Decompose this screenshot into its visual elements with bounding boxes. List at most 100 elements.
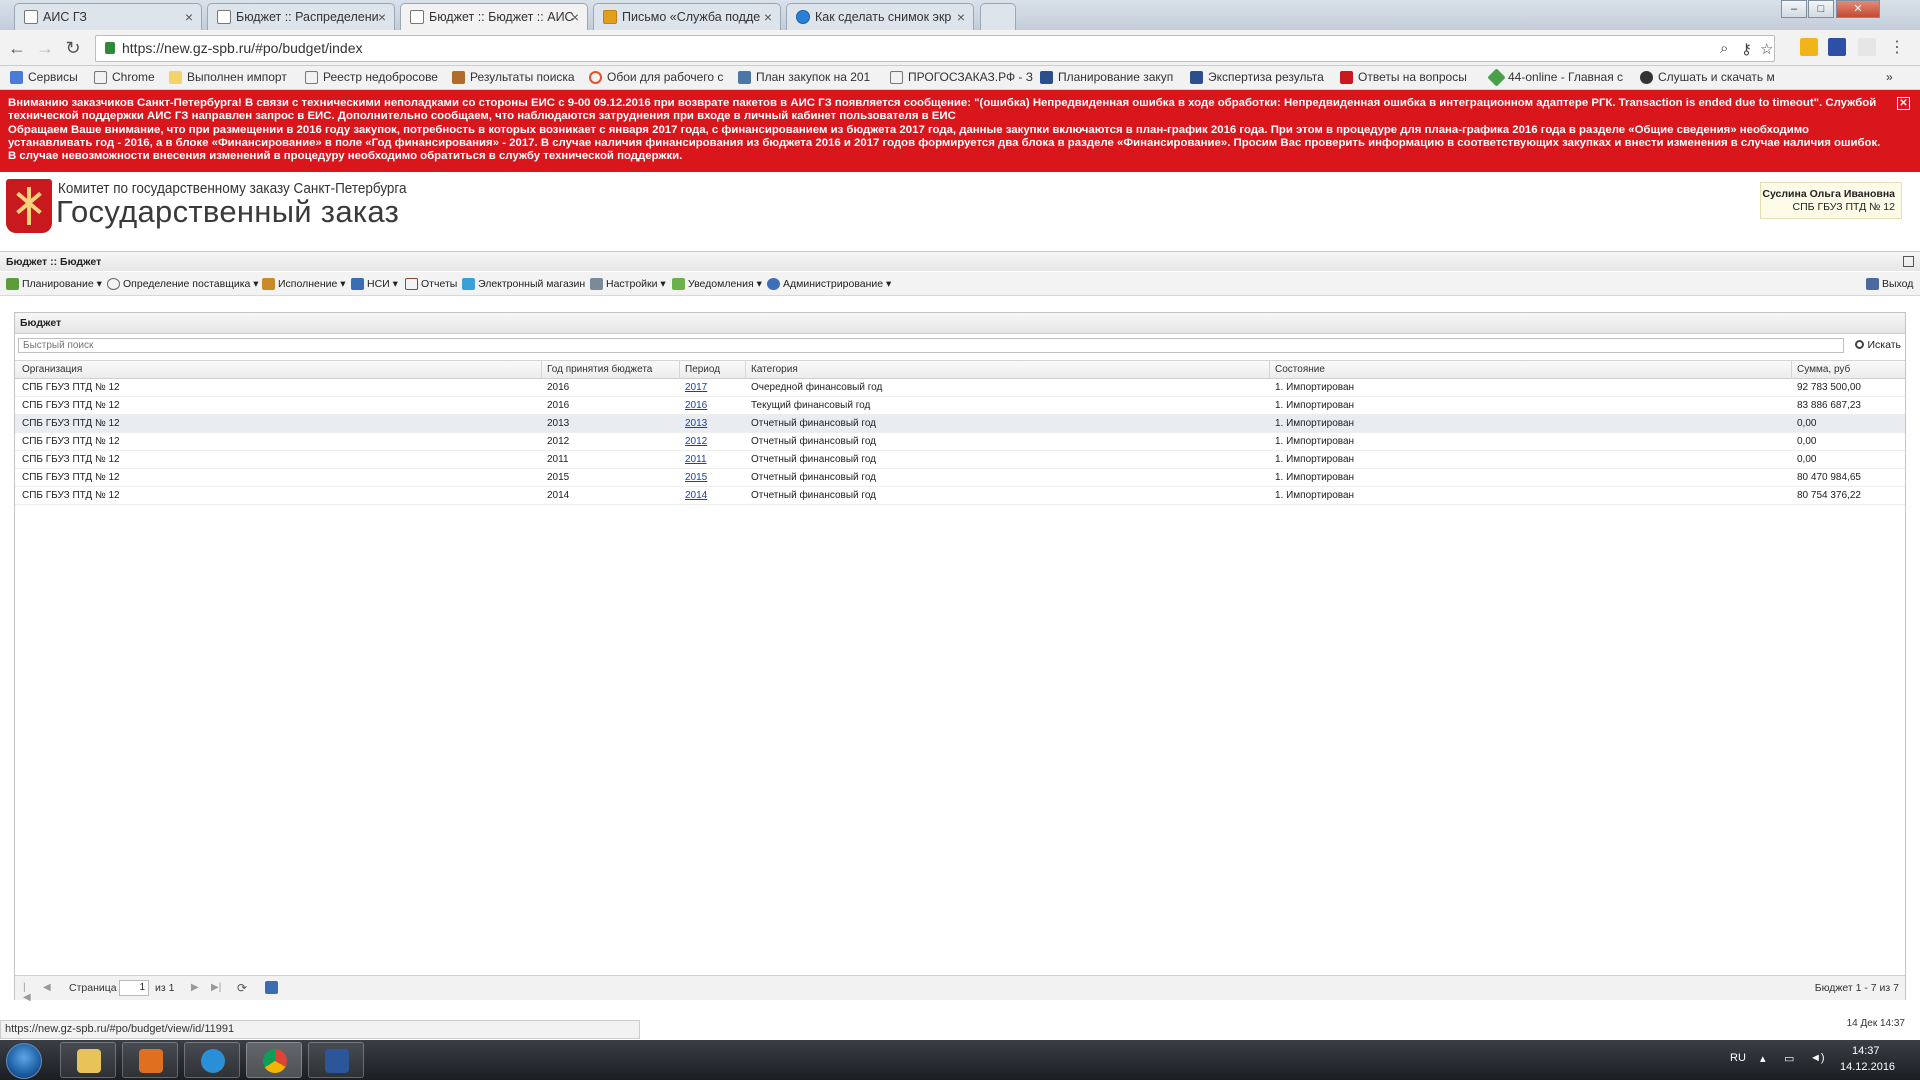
table-row[interactable]: СПБ ГБУЗ ПТД № 12 2014 2014 Отчетный фин… [15, 487, 1905, 505]
bookmark-item[interactable]: Слушать и скачать м [1640, 66, 1775, 88]
volume-icon[interactable]: ◄) [1810, 1052, 1825, 1064]
cell-category: Отчетный финансовый год [751, 454, 877, 465]
table-row[interactable]: СПБ ГБУЗ ПТД № 12 2011 2011 Отчетный фин… [15, 451, 1905, 469]
column-header[interactable]: Период [680, 361, 746, 379]
quick-search-input[interactable] [18, 338, 1844, 353]
close-icon[interactable]: × [378, 4, 386, 30]
period-link[interactable]: 2015 [680, 469, 707, 487]
period-link[interactable]: 2011 [680, 451, 707, 469]
bookmark-item[interactable]: Результаты поиска [452, 66, 575, 88]
period-link[interactable]: 2016 [680, 397, 707, 415]
close-icon[interactable]: × [957, 4, 965, 30]
menu-nsi[interactable]: НСИ ▾ [351, 272, 398, 296]
key-icon[interactable]: ⚷ [1741, 40, 1752, 58]
new-tab-button[interactable] [980, 3, 1016, 30]
cell-sum: 80 470 984,65 [1797, 472, 1861, 483]
next-page-icon[interactable]: ▶ [191, 983, 201, 993]
period-link[interactable]: 2014 [680, 487, 707, 505]
column-header[interactable]: Состояние [1270, 361, 1792, 379]
menu-settings[interactable]: Настройки ▾ [590, 272, 666, 296]
bookmark-item[interactable]: Обои для рабочего с [589, 66, 723, 88]
star-icon[interactable]: ☆ [1760, 40, 1773, 58]
breadcrumb: Бюджет :: Бюджет [0, 251, 1920, 271]
browser-tab-active[interactable]: Бюджет :: Бюджет :: АИС × [400, 3, 588, 30]
reload-icon[interactable]: ↻ [62, 37, 84, 59]
table-row[interactable]: СПБ ГБУЗ ПТД № 12 2013 2013 Отчетный фин… [15, 415, 1905, 433]
table-row[interactable]: СПБ ГБУЗ ПТД № 12 2016 2016 Текущий фина… [15, 397, 1905, 415]
search-button[interactable]: Искать [1855, 338, 1901, 353]
taskbar-chrome[interactable] [246, 1042, 302, 1078]
page-number-input[interactable]: 1 [119, 980, 149, 996]
menu-notifications[interactable]: Уведомления ▾ [672, 272, 762, 296]
bookmark-item[interactable]: Экспертиза результа [1190, 66, 1324, 88]
cell-org: СПБ ГБУЗ ПТД № 12 [22, 472, 120, 483]
collapse-icon[interactable] [1903, 256, 1914, 267]
prev-page-icon[interactable]: ◀ [43, 983, 53, 993]
taskbar-media[interactable] [122, 1042, 178, 1078]
close-icon[interactable]: × [571, 4, 579, 30]
tab-title: Бюджет :: Распределени [236, 10, 379, 24]
language-indicator[interactable]: RU [1730, 1052, 1746, 1064]
taskbar-explorer[interactable] [60, 1042, 116, 1078]
zoom-icon[interactable]: ⌕ [1720, 40, 1728, 57]
start-button[interactable] [6, 1043, 42, 1079]
user-box[interactable]: Суслина Ольга Ивановна СПБ ГБУЗ ПТД № 12 [1760, 182, 1902, 219]
refresh-icon[interactable]: ⟳ [237, 982, 247, 994]
close-icon[interactable]: × [764, 4, 772, 30]
taskbar-word[interactable] [308, 1042, 364, 1078]
column-header[interactable]: Категория [746, 361, 1270, 379]
menu-planning[interactable]: Планирование ▾ [6, 272, 102, 296]
column-header[interactable]: Год принятия бюджета [542, 361, 680, 379]
menu-supplier[interactable]: Определение поставщика ▾ [107, 272, 259, 296]
menu-execution[interactable]: Исполнение ▾ [262, 272, 346, 296]
menu-admin[interactable]: Администрирование ▾ [767, 272, 891, 296]
clock-date[interactable]: 14.12.2016 [1840, 1061, 1895, 1073]
browser-tab[interactable]: АИС ГЗ × [14, 3, 202, 30]
close-icon[interactable]: × [185, 4, 193, 30]
close-window-button[interactable]: ✕ [1836, 0, 1880, 18]
extension-icon[interactable] [1858, 38, 1876, 56]
minimize-button[interactable]: – [1781, 0, 1807, 18]
browser-tab[interactable]: Бюджет :: Распределени × [207, 3, 395, 30]
cell-year: 2011 [547, 454, 569, 465]
bookmark-item[interactable]: Выполнен импорт [169, 66, 287, 88]
address-bar[interactable]: https://new.gz-spb.ru/#po/budget/index ⌕… [95, 35, 1775, 62]
planning-icon [6, 278, 19, 290]
first-page-icon[interactable]: |◀ [23, 983, 33, 1003]
bookmark-item[interactable]: Планирование закуп [1040, 66, 1173, 88]
menu-eshop[interactable]: Электронный магазин [462, 272, 585, 296]
bookmark-item[interactable]: Реестр недобросове [305, 66, 438, 88]
table-row[interactable]: СПБ ГБУЗ ПТД № 12 2012 2012 Отчетный фин… [15, 433, 1905, 451]
column-header[interactable]: Организация [17, 361, 542, 379]
bookmark-item[interactable]: 44-online - Главная с [1487, 66, 1623, 88]
period-link[interactable]: 2017 [680, 379, 707, 397]
browser-tab[interactable]: Письмо «Служба подде × [593, 3, 781, 30]
table-row[interactable]: СПБ ГБУЗ ПТД № 12 2016 2017 Очередной фи… [15, 379, 1905, 397]
more-bookmarks-icon[interactable]: » [1886, 66, 1893, 88]
bookmark-item[interactable]: Сервисы [10, 66, 78, 88]
bookmark-item[interactable]: Chrome [94, 66, 155, 88]
period-link[interactable]: 2012 [680, 433, 707, 451]
tray-up-icon[interactable]: ▴ [1760, 1052, 1766, 1065]
menu-reports[interactable]: Отчеты [405, 272, 457, 296]
period-link[interactable]: 2013 [680, 415, 707, 433]
back-icon[interactable]: ← [6, 37, 28, 59]
maximize-button[interactable]: □ [1808, 0, 1834, 18]
extension-icon[interactable] [1800, 38, 1818, 56]
logout-button[interactable]: Выход [1866, 272, 1913, 296]
forward-icon[interactable]: → [34, 37, 56, 59]
menu-icon[interactable]: ⋮ [1886, 37, 1908, 59]
bookmark-item[interactable]: План закупок на 201 [738, 66, 870, 88]
clock-time[interactable]: 14:37 [1852, 1045, 1880, 1057]
taskbar-ie[interactable] [184, 1042, 240, 1078]
bookmark-item[interactable]: ПРОГОСЗАКАЗ.РФ - З [890, 66, 1033, 88]
extension-icon[interactable] [1828, 38, 1846, 56]
save-icon[interactable] [265, 981, 278, 994]
table-row[interactable]: СПБ ГБУЗ ПТД № 12 2015 2015 Отчетный фин… [15, 469, 1905, 487]
last-page-icon[interactable]: ▶| [211, 983, 221, 993]
column-header[interactable]: Сумма, руб [1792, 361, 1901, 379]
bookmark-item[interactable]: Ответы на вопросы [1340, 66, 1467, 88]
network-icon[interactable]: ▭ [1784, 1052, 1794, 1065]
browser-tab[interactable]: Как сделать снимок экр × [786, 3, 974, 30]
close-icon[interactable]: ✕ [1897, 97, 1910, 110]
